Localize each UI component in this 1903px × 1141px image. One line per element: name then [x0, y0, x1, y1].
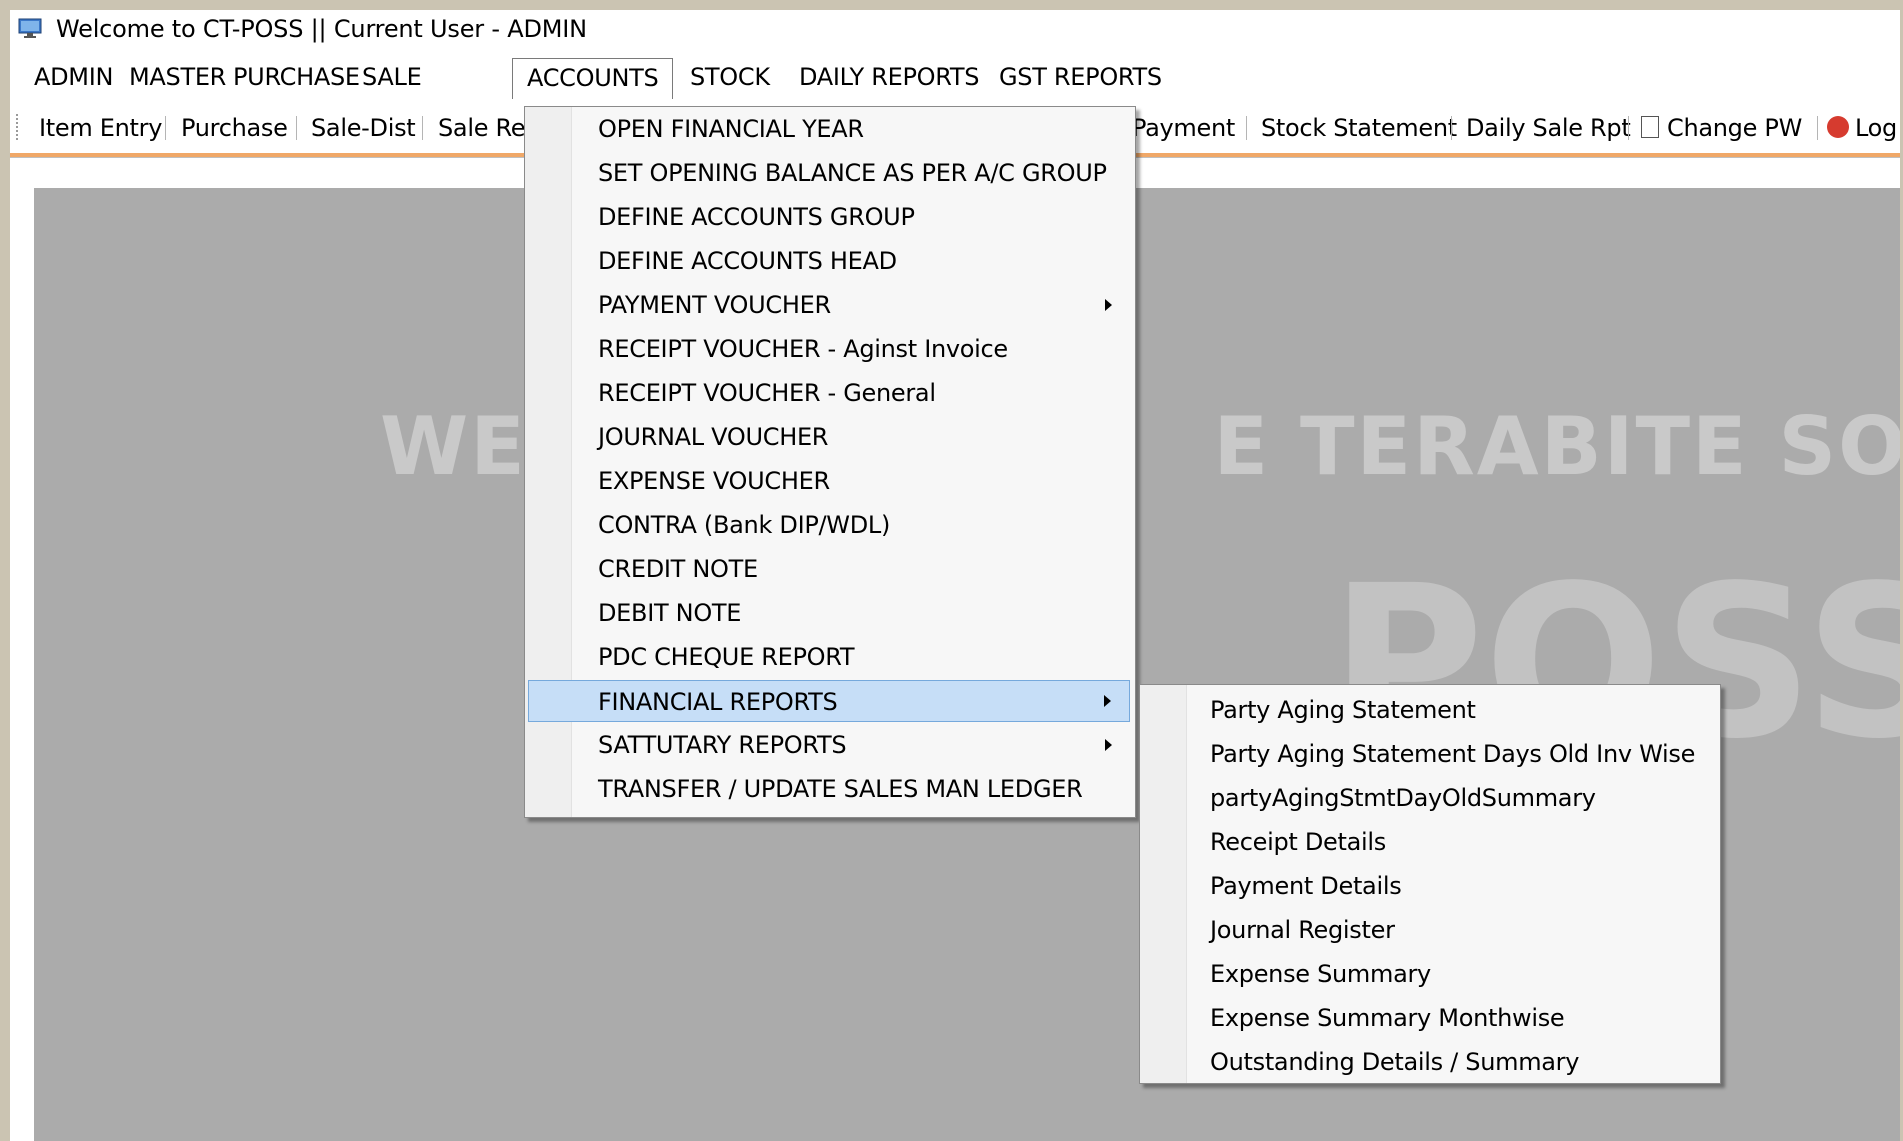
- menu-item-receipt-voucher-general[interactable]: RECEIPT VOUCHER - General: [528, 372, 1130, 414]
- title-bar: Welcome to CT-POSS || Current User - ADM…: [10, 10, 1900, 50]
- submenu-party-aging-statement[interactable]: Party Aging Statement: [1210, 689, 1476, 731]
- menu-item-label: EXPENSE VOUCHER: [598, 467, 830, 495]
- financial-reports-submenu: Party Aging Statement Party Aging Statem…: [1139, 684, 1721, 1084]
- accounts-dropdown-menu: OPEN FINANCIAL YEAR SET OPENING BALANCE …: [524, 106, 1136, 818]
- submenu-party-aging-summary[interactable]: partyAgingStmtDayOldSummary: [1210, 777, 1596, 819]
- toolbar-item-entry[interactable]: Item Entry: [39, 112, 162, 144]
- toolbar-change-pw[interactable]: Change PW: [1641, 112, 1802, 144]
- menu-item-sattutary-reports[interactable]: SATTUTARY REPORTS: [528, 724, 1130, 766]
- submenu-expense-summary[interactable]: Expense Summary: [1210, 953, 1431, 995]
- menu-item-transfer-sales-man-ledger[interactable]: TRANSFER / UPDATE SALES MAN LEDGER: [528, 768, 1130, 810]
- menu-item-contra[interactable]: CONTRA (Bank DIP/WDL): [528, 504, 1130, 546]
- menu-item-open-financial-year[interactable]: OPEN FINANCIAL YEAR: [528, 108, 1130, 150]
- menu-item-label: DEFINE ACCOUNTS HEAD: [598, 247, 897, 275]
- toolbar-daily-sale-rpt[interactable]: Daily Sale Rpt: [1466, 112, 1631, 144]
- toolbar-separator: [1451, 116, 1452, 140]
- menu-gst-reports[interactable]: GST REPORTS: [985, 58, 1176, 96]
- menu-item-label: FINANCIAL REPORTS: [598, 688, 838, 716]
- monitor-icon: [18, 18, 42, 38]
- menu-item-label: PDC CHEQUE REPORT: [598, 643, 855, 671]
- toolbar-separator: [1817, 116, 1818, 140]
- toolbar-sale-return[interactable]: Sale Re: [438, 112, 526, 144]
- power-icon: [1827, 116, 1849, 138]
- submenu-journal-register[interactable]: Journal Register: [1210, 909, 1395, 951]
- menu-item-label: DEBIT NOTE: [598, 599, 742, 627]
- toolbar-purchase[interactable]: Purchase: [181, 112, 288, 144]
- menu-item-credit-note[interactable]: CREDIT NOTE: [528, 548, 1130, 590]
- menu-item-set-opening-balance[interactable]: SET OPENING BALANCE AS PER A/C GROUP: [528, 152, 1130, 194]
- submenu-outstanding-details[interactable]: Outstanding Details / Summary: [1210, 1041, 1579, 1083]
- toolbar-separator: [1628, 116, 1629, 140]
- menu-item-label: PAYMENT VOUCHER: [598, 291, 831, 319]
- toolbar-separator: [165, 116, 166, 140]
- toolbar-logout[interactable]: Log: [1827, 112, 1897, 144]
- menu-item-label: CREDIT NOTE: [598, 555, 758, 583]
- toolbar-payment[interactable]: Payment: [1132, 112, 1235, 144]
- menu-stock[interactable]: STOCK: [676, 58, 784, 96]
- submenu-party-aging-days-old[interactable]: Party Aging Statement Days Old Inv Wise: [1210, 733, 1695, 775]
- menu-item-define-accounts-group[interactable]: DEFINE ACCOUNTS GROUP: [528, 196, 1130, 238]
- toolbar-sale-dist[interactable]: Sale-Dist: [311, 112, 416, 144]
- chevron-right-icon: [1105, 739, 1112, 751]
- window-title: Welcome to CT-POSS || Current User - ADM…: [56, 15, 587, 43]
- menu-item-label: TRANSFER / UPDATE SALES MAN LEDGER: [598, 775, 1083, 803]
- menu-item-receipt-voucher-invoice[interactable]: RECEIPT VOUCHER - Aginst Invoice: [528, 328, 1130, 370]
- menu-item-label: RECEIPT VOUCHER - Aginst Invoice: [598, 335, 1008, 363]
- chevron-right-icon: [1104, 695, 1111, 707]
- document-icon: [1641, 116, 1659, 138]
- toolbar-logout-label: Log: [1855, 114, 1897, 142]
- menu-item-label: SATTUTARY REPORTS: [598, 731, 847, 759]
- menu-accounts[interactable]: ACCOUNTS: [512, 58, 674, 99]
- menu-sale[interactable]: SALE: [348, 58, 435, 96]
- menu-item-expense-voucher[interactable]: EXPENSE VOUCHER: [528, 460, 1130, 502]
- menu-item-label: RECEIPT VOUCHER - General: [598, 379, 936, 407]
- chevron-right-icon: [1105, 299, 1112, 311]
- menu-item-financial-reports[interactable]: FINANCIAL REPORTS: [528, 680, 1130, 722]
- menu-admin[interactable]: ADMIN: [20, 58, 127, 96]
- menu-item-pdc-cheque-report[interactable]: PDC CHEQUE REPORT: [528, 636, 1130, 678]
- submenu-payment-details[interactable]: Payment Details: [1210, 865, 1402, 907]
- menu-item-define-accounts-head[interactable]: DEFINE ACCOUNTS HEAD: [528, 240, 1130, 282]
- menu-item-label: CONTRA (Bank DIP/WDL): [598, 511, 891, 539]
- menu-item-journal-voucher[interactable]: JOURNAL VOUCHER: [528, 416, 1130, 458]
- toolbar-separator: [422, 116, 423, 140]
- menu-item-label: JOURNAL VOUCHER: [598, 423, 829, 451]
- submenu-expense-summary-monthwise[interactable]: Expense Summary Monthwise: [1210, 997, 1565, 1039]
- menu-item-debit-note[interactable]: DEBIT NOTE: [528, 592, 1130, 634]
- menu-bar: ADMIN MASTER PURCHASE SALE ACCOUNTS STOC…: [10, 58, 1900, 99]
- menu-item-payment-voucher[interactable]: PAYMENT VOUCHER: [528, 284, 1130, 326]
- menu-item-label: DEFINE ACCOUNTS GROUP: [598, 203, 915, 231]
- toolbar-grip[interactable]: [16, 114, 21, 140]
- submenu-receipt-details[interactable]: Receipt Details: [1210, 821, 1386, 863]
- toolbar-separator: [1246, 116, 1247, 140]
- menu-item-label: SET OPENING BALANCE AS PER A/C GROUP: [598, 159, 1107, 187]
- menu-item-label: OPEN FINANCIAL YEAR: [598, 115, 864, 143]
- toolbar-separator: [296, 116, 297, 140]
- menu-icon-strip: [1140, 685, 1187, 1083]
- app-window: Welcome to CT-POSS || Current User - ADM…: [10, 10, 1900, 1141]
- toolbar-stock-statement[interactable]: Stock Statement: [1261, 112, 1457, 144]
- menu-daily-reports[interactable]: DAILY REPORTS: [785, 58, 993, 96]
- toolbar-change-pw-label: Change PW: [1667, 114, 1803, 142]
